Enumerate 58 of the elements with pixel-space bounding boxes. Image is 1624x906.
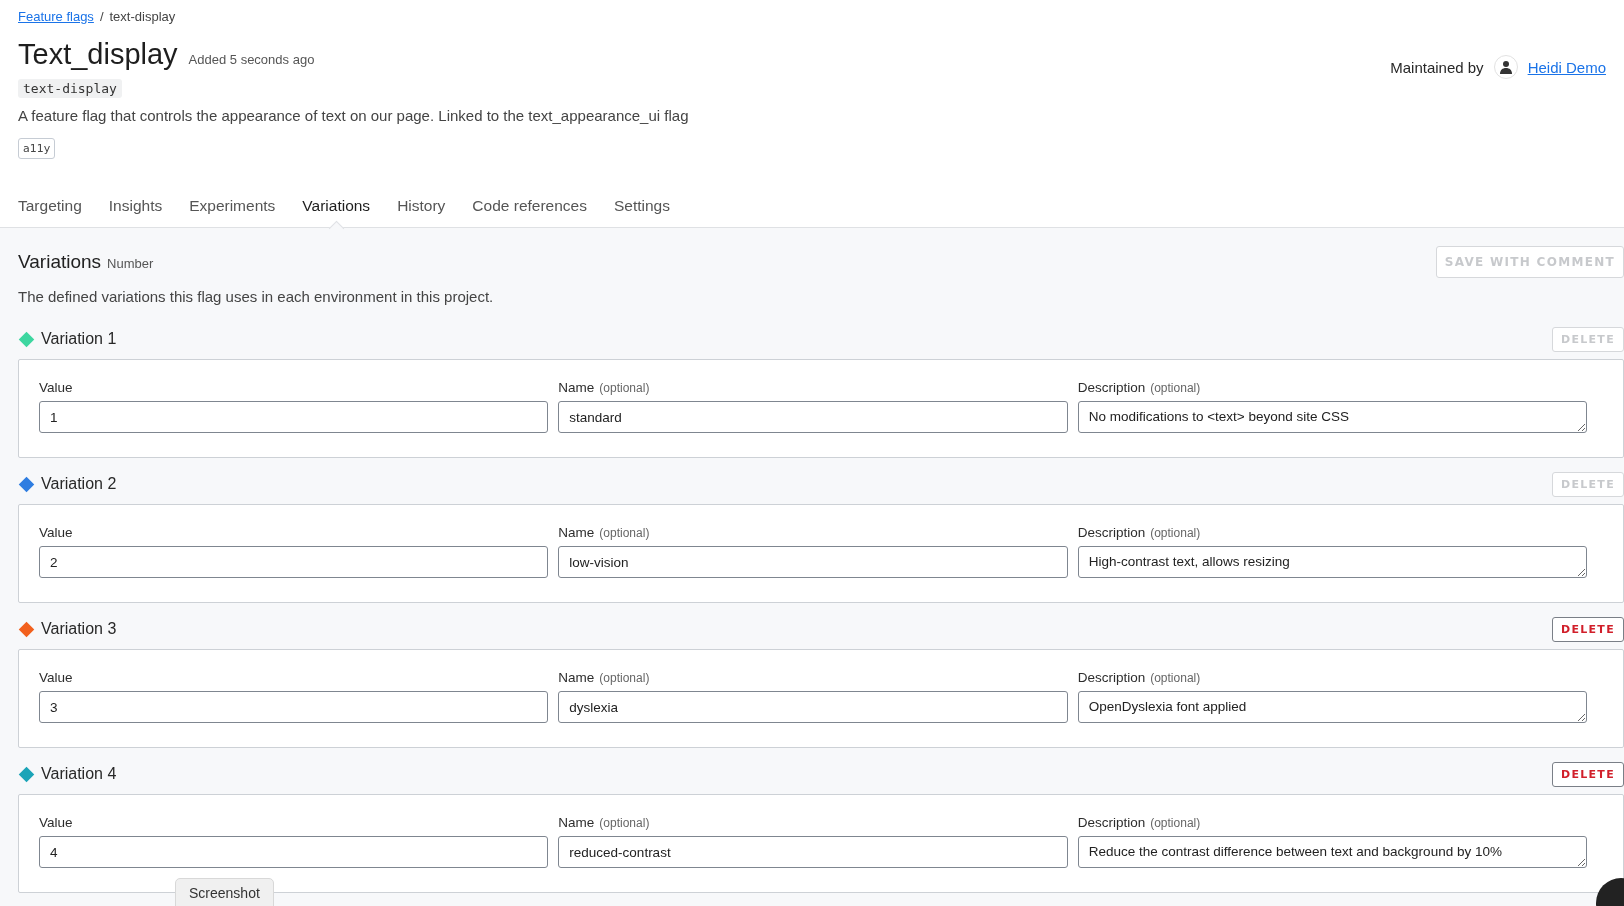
breadcrumb-separator: / xyxy=(99,8,104,24)
description-field[interactable]: Reduce the contrast difference between text and background by 10% xyxy=(1077,836,1587,868)
maintainer-label: Maintained by xyxy=(1390,58,1484,76)
optional-hint: (optional) xyxy=(599,381,650,395)
optional-hint: (optional) xyxy=(599,526,650,540)
tab[interactable]: Insights xyxy=(108,193,163,227)
field-label: Description xyxy=(1077,670,1146,685)
flag-type: Number xyxy=(107,256,154,271)
value-field[interactable]: 1 xyxy=(39,401,549,433)
name-field[interactable]: dyslexia xyxy=(558,691,1068,723)
delete-button[interactable]: DELETE xyxy=(1552,616,1624,642)
field-label: Value xyxy=(39,525,73,540)
tab[interactable]: History xyxy=(397,193,446,227)
flag-key: text-display xyxy=(18,79,122,98)
field-label: Description xyxy=(1077,525,1146,540)
field-label: Description xyxy=(1077,380,1146,395)
screenshot-button[interactable]: Screenshot xyxy=(175,878,274,906)
flag-description: A feature flag that controls the appearance of text on our page. Linked to the text_appearance_ui flag xyxy=(18,107,689,124)
field-label: Value xyxy=(39,380,73,395)
breadcrumb-link[interactable]: Feature flags xyxy=(18,8,94,24)
description-field[interactable]: No modifications to <text> beyond site CSS xyxy=(1077,401,1587,433)
tab[interactable]: Settings xyxy=(613,193,670,227)
variation-title: Variation 2 xyxy=(41,475,117,493)
variation-title: Variation 1 xyxy=(41,330,117,348)
breadcrumb-current: text-display xyxy=(109,8,176,24)
optional-hint: (optional) xyxy=(599,671,650,685)
maintainer-link[interactable]: Heidi Demo xyxy=(1527,58,1606,76)
name-field[interactable]: standard xyxy=(558,401,1068,433)
field-label: Value xyxy=(39,815,73,830)
value-field[interactable]: 2 xyxy=(39,546,549,578)
optional-hint: (optional) xyxy=(1150,381,1201,395)
field-label: Description xyxy=(1077,815,1146,830)
optional-hint: (optional) xyxy=(1150,526,1201,540)
flag-title: Text_display xyxy=(18,38,178,71)
tab[interactable]: Experiments xyxy=(189,193,276,227)
field-label: Value xyxy=(39,670,73,685)
tab[interactable]: Code references xyxy=(472,193,587,227)
optional-hint: (optional) xyxy=(1150,816,1201,830)
description-field[interactable]: High-contrast text, allows resizing xyxy=(1077,546,1587,578)
field-label: Name xyxy=(558,670,595,685)
name-field[interactable]: reduced-contrast xyxy=(558,836,1068,868)
section-description: The defined variations this flag uses in each environment in this project. xyxy=(18,288,495,305)
description-field[interactable]: OpenDyslexia font applied xyxy=(1077,691,1587,723)
optional-hint: (optional) xyxy=(599,816,650,830)
tag[interactable]: a11y xyxy=(18,138,56,159)
field-label: Name xyxy=(558,525,595,540)
section-title: Variations xyxy=(18,251,102,273)
tab[interactable]: Targeting xyxy=(18,193,82,227)
delete-button[interactable]: DELETE xyxy=(1552,761,1624,787)
value-field[interactable]: 3 xyxy=(39,691,549,723)
optional-hint: (optional) xyxy=(1150,671,1201,685)
field-label: Name xyxy=(558,380,595,395)
variation-title: Variation 3 xyxy=(41,620,117,638)
field-label: Name xyxy=(558,815,595,830)
added-time: Added 5 seconds ago xyxy=(188,52,315,67)
value-field[interactable]: 4 xyxy=(39,836,549,868)
name-field[interactable]: low-vision xyxy=(558,546,1068,578)
variation-title: Variation 4 xyxy=(41,765,117,783)
